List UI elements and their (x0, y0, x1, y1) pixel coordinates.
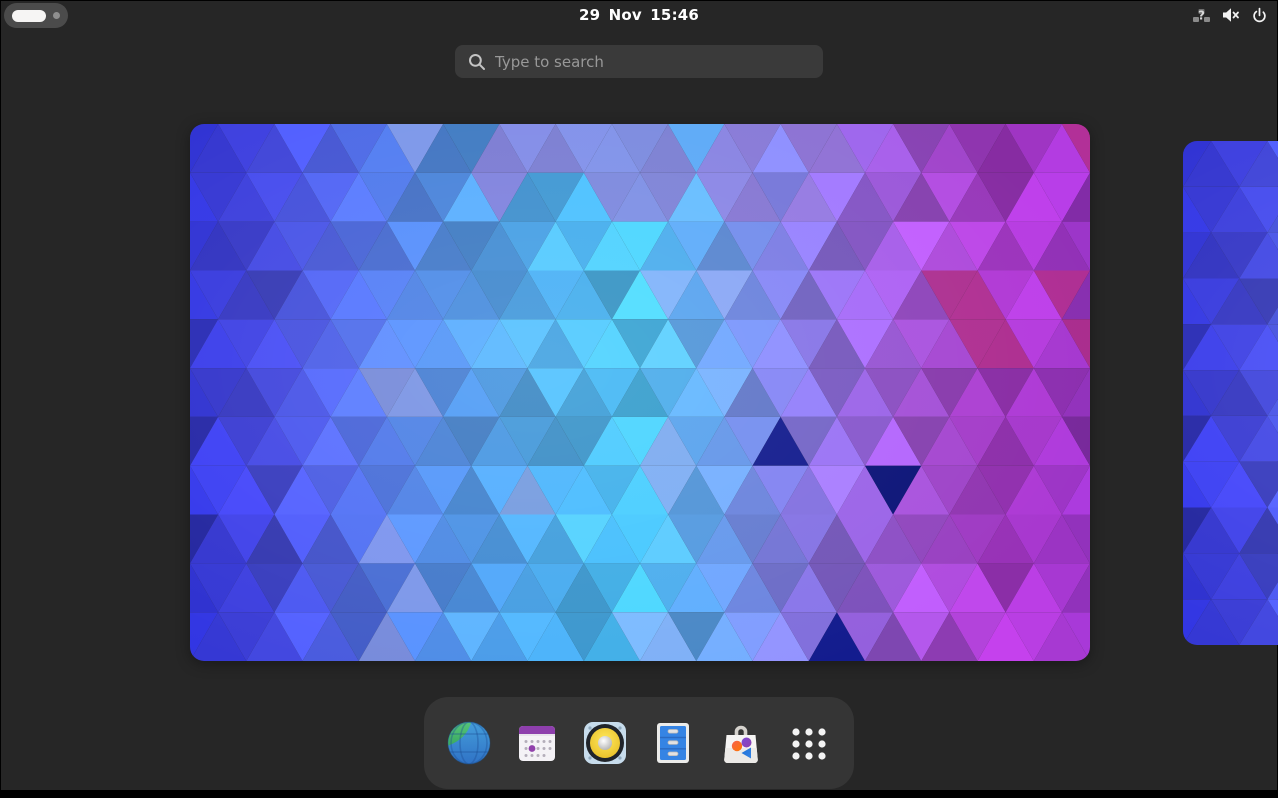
search-bar[interactable] (455, 45, 823, 78)
search-magnifier-icon (468, 53, 486, 71)
wallpaper-current (190, 124, 1090, 661)
wallpaper-next (1183, 141, 1278, 645)
system-status-area[interactable]: ? (1188, 0, 1272, 30)
speaker-icon (581, 719, 629, 767)
show-apps-button[interactable] (785, 719, 833, 767)
power-icon (1251, 7, 1268, 24)
dock-app-web[interactable] (445, 719, 493, 767)
dock-app-music[interactable] (581, 719, 629, 767)
dock-app-calendar[interactable] (513, 719, 561, 767)
workspace-preview-current[interactable] (190, 124, 1090, 661)
volume-muted-icon (1222, 7, 1240, 23)
file-cabinet-icon (649, 719, 697, 767)
globe-icon (445, 719, 493, 767)
app-grid-icon (785, 719, 833, 767)
software-bag-icon (717, 719, 765, 767)
top-bar: 29 Nov 15:46 ? (0, 0, 1278, 30)
calendar-icon (513, 719, 561, 767)
svg-text:?: ? (1198, 8, 1205, 22)
gnome-activities-overview: { "topbar": { "clock": "29 Nov 15:46", "… (0, 0, 1278, 798)
screen-edge (0, 790, 1278, 798)
network-wired-unknown-icon: ? (1192, 6, 1211, 25)
dock-app-files[interactable] (649, 719, 697, 767)
workspace-preview-next[interactable] (1183, 141, 1278, 645)
dock-app-software[interactable] (717, 719, 765, 767)
clock[interactable]: 29 Nov 15:46 (0, 0, 1278, 30)
search-input[interactable] (495, 53, 795, 71)
dash (424, 697, 854, 789)
